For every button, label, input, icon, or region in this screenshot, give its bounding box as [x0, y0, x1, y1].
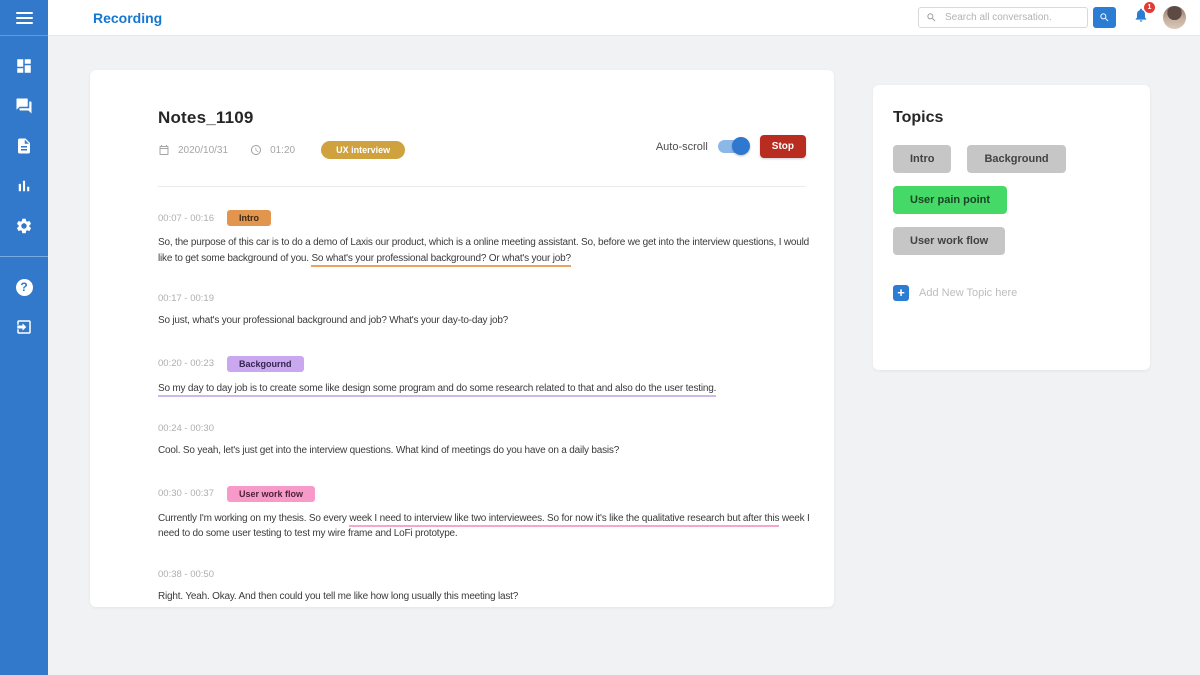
entry-text-segment: week I need to interview like two interv…: [349, 513, 779, 527]
add-topic-row: +: [893, 285, 1130, 301]
entry-text-segment: Right. Yeah. Okay. And then could you te…: [158, 591, 518, 602]
entry-time: 00:17 - 00:19: [158, 293, 214, 304]
stop-button[interactable]: Stop: [760, 135, 806, 158]
add-topic-button[interactable]: +: [893, 285, 909, 301]
clock-icon: [250, 144, 262, 156]
entry-time: 00:30 - 00:37: [158, 488, 214, 499]
sidebar-item-logout[interactable]: [0, 307, 48, 347]
entry-text: Cool. So yeah, let's just get into the i…: [158, 443, 813, 459]
topbar: Recording 1: [48, 0, 1200, 36]
entry-header: 00:07 - 00:16 Intro: [158, 210, 806, 226]
search-button[interactable]: [1093, 7, 1116, 28]
entry-header: 00:17 - 00:19: [158, 293, 806, 304]
entry-text-segment: So just, what's your professional backgr…: [158, 315, 508, 326]
entry-text-segment: So what's your professional background? …: [311, 253, 570, 267]
hamburger-icon: [16, 12, 33, 24]
entry-text-segment: Cool. So yeah, let's just get into the i…: [158, 445, 619, 456]
search-icon: [926, 12, 937, 23]
entry-time: 00:20 - 00:23: [158, 358, 214, 369]
page-title: Recording: [93, 10, 162, 26]
transcript-entry: 00:17 - 00:19 So just, what's your profe…: [158, 293, 806, 329]
help-icon: ?: [16, 279, 33, 296]
entry-text: Currently I'm working on my thesis. So e…: [158, 511, 813, 542]
entry-header: 00:24 - 00:30: [158, 423, 806, 434]
transcript-entry: 00:07 - 00:16 Intro So, the purpose of t…: [158, 210, 806, 266]
topics-tag-list: Intro Background User pain point User wo…: [893, 145, 1130, 255]
topic-tag[interactable]: Intro: [893, 145, 951, 173]
search-button-icon: [1099, 12, 1110, 23]
header-divider: [158, 186, 806, 187]
menu-icon[interactable]: [0, 0, 48, 36]
note-header-left: Notes_1109 2020/10/31 01:20 UX interview: [158, 108, 405, 159]
gear-icon: [15, 217, 33, 235]
transcript-entry: 00:20 - 00:23 Backgournd So my day to da…: [158, 356, 806, 397]
autoscroll-label: Auto-scroll: [656, 141, 708, 153]
entry-text: So my day to day job is to create some l…: [158, 381, 813, 397]
transcript-entry: 00:30 - 00:37 User work flow Currently I…: [158, 486, 806, 542]
toggle-knob: [732, 137, 750, 155]
entry-time: 00:24 - 00:30: [158, 423, 214, 434]
content-area: Notes_1109 2020/10/31 01:20 UX interview…: [48, 36, 1200, 675]
note-title: Notes_1109: [158, 108, 405, 128]
sidebar-item-notes[interactable]: [0, 126, 48, 166]
autoscroll-toggle[interactable]: [718, 140, 748, 153]
topic-tag[interactable]: User work flow: [893, 227, 1005, 255]
main-column: Recording 1: [48, 0, 1200, 675]
note-header: Notes_1109 2020/10/31 01:20 UX interview…: [158, 108, 806, 159]
add-topic-input[interactable]: [919, 287, 1099, 299]
dashboard-icon: [15, 57, 33, 75]
entry-time: 00:38 - 00:50: [158, 569, 214, 580]
sidebar-item-conversations[interactable]: [0, 86, 48, 126]
sidebar-item-settings[interactable]: [0, 206, 48, 246]
chat-icon: [15, 97, 33, 115]
entry-header: 00:38 - 00:50: [158, 569, 806, 580]
notifications-button[interactable]: 1: [1133, 7, 1149, 28]
topbar-right: 1: [918, 6, 1186, 29]
entry-text: Right. Yeah. Okay. And then could you te…: [158, 589, 813, 605]
topics-title: Topics: [893, 109, 1130, 127]
topic-tag[interactable]: User pain point: [893, 186, 1007, 214]
entry-time: 00:07 - 00:16: [158, 213, 214, 224]
note-date: 2020/10/31: [178, 145, 228, 156]
entry-header: 00:20 - 00:23 Backgournd: [158, 356, 806, 372]
sidebar-item-dashboard[interactable]: [0, 46, 48, 86]
entry-topic-tag[interactable]: Backgournd: [227, 356, 304, 372]
sidebar-nav: [0, 36, 48, 246]
calendar-icon: [158, 144, 170, 156]
sidebar-item-help[interactable]: ?: [0, 267, 48, 307]
entry-text-segment: Currently I'm working on my thesis. So e…: [158, 513, 349, 524]
document-icon: [15, 137, 33, 155]
bar-chart-icon: [15, 177, 33, 195]
sidebar-nav-bottom: ?: [0, 257, 48, 347]
entry-text: So, the purpose of this car is to do a d…: [158, 235, 813, 266]
entry-topic-tag[interactable]: User work flow: [227, 486, 315, 502]
entry-header: 00:30 - 00:37 User work flow: [158, 486, 806, 502]
entry-text: So just, what's your professional backgr…: [158, 313, 813, 329]
searchbox: [918, 7, 1088, 28]
sidebar: ?: [0, 0, 48, 675]
note-controls: Auto-scroll Stop: [656, 135, 806, 159]
notification-badge: 1: [1144, 2, 1155, 13]
transcript-entry: 00:38 - 00:50 Right. Yeah. Okay. And the…: [158, 569, 806, 605]
sidebar-item-analytics[interactable]: [0, 166, 48, 206]
avatar[interactable]: [1163, 6, 1186, 29]
transcript-list: 00:07 - 00:16 Intro So, the purpose of t…: [158, 210, 806, 607]
entry-topic-tag[interactable]: Intro: [227, 210, 271, 226]
topic-tag[interactable]: Background: [967, 145, 1065, 173]
app-root: ? Recording 1: [0, 0, 1200, 675]
entry-text-segment: So my day to day job is to create some l…: [158, 383, 716, 397]
note-duration: 01:20: [270, 145, 295, 156]
note-meta: 2020/10/31 01:20 UX interview: [158, 141, 405, 159]
note-card: Notes_1109 2020/10/31 01:20 UX interview…: [90, 70, 834, 607]
logout-icon: [15, 318, 33, 336]
session-tag[interactable]: UX interview: [321, 141, 405, 159]
search-input[interactable]: [918, 7, 1088, 28]
topics-card: Topics Intro Background User pain point …: [873, 85, 1150, 370]
transcript-entry: 00:24 - 00:30 Cool. So yeah, let's just …: [158, 423, 806, 459]
